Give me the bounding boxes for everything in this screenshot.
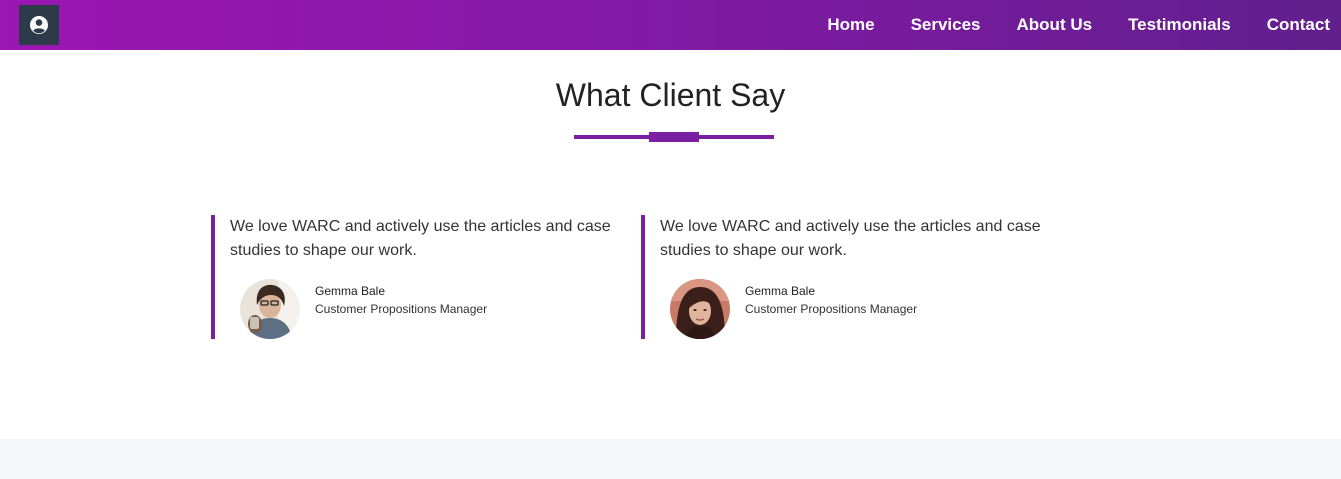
testimonials-section: What Client Say We love WARC and activel… (0, 50, 1341, 439)
nav-link-home[interactable]: Home (827, 15, 874, 35)
user-account-button[interactable] (19, 5, 59, 45)
person-role: Customer Propositions Manager (315, 302, 488, 316)
nav-links: Home Services About Us Testimonials Cont… (827, 0, 1341, 50)
avatar (240, 279, 300, 339)
testimonial-card: We love WARC and actively use the articl… (211, 215, 631, 339)
user-circle-icon (30, 16, 48, 34)
person-role: Customer Propositions Manager (745, 302, 918, 316)
nav-link-contact[interactable]: Contact (1267, 15, 1330, 35)
person-name: Gemma Bale (745, 284, 816, 298)
section-title: What Client Say (555, 77, 786, 113)
testimonial-quote: We love WARC and actively use the articl… (230, 218, 611, 259)
testimonial-card: We love WARC and actively use the articl… (641, 215, 1061, 339)
nav-link-services[interactable]: Services (911, 15, 981, 35)
nav-link-about-us[interactable]: About Us (1017, 15, 1093, 35)
avatar (670, 279, 730, 339)
nav-link-testimonials[interactable]: Testimonials (1128, 15, 1231, 35)
footer-band (0, 439, 1341, 479)
testimonial-quote: We love WARC and actively use the articl… (660, 218, 1041, 259)
navbar: Home Services About Us Testimonials Cont… (0, 0, 1341, 50)
title-underline-accent (649, 132, 699, 142)
person-name: Gemma Bale (315, 284, 386, 298)
